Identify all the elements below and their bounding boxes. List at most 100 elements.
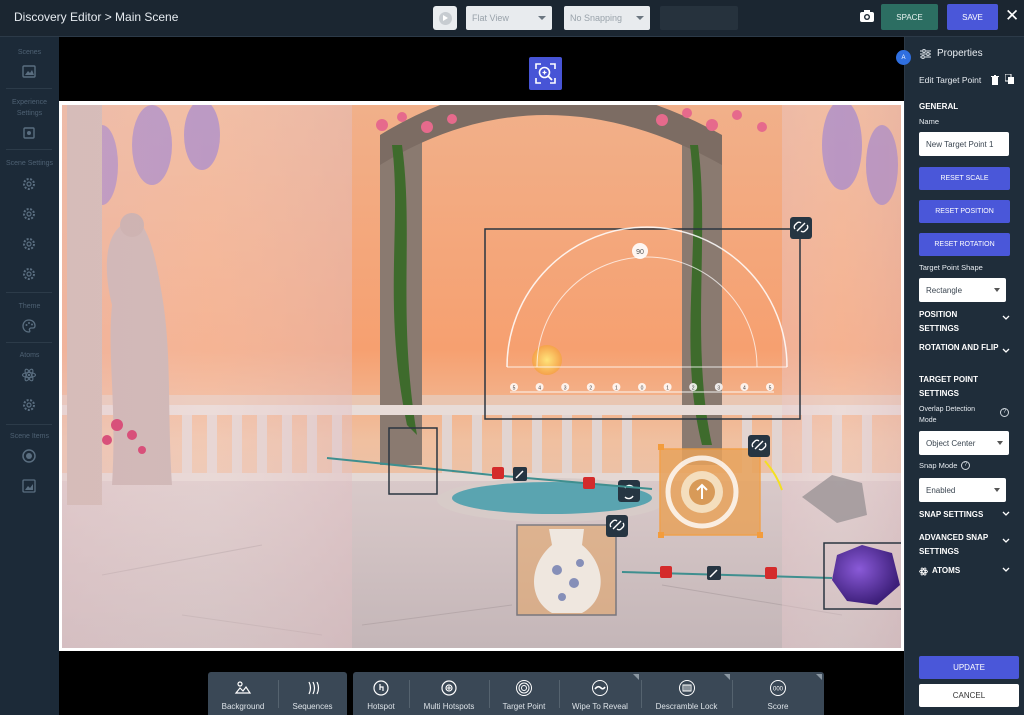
atom-icon[interactable] xyxy=(21,367,37,383)
preview-play-button[interactable] xyxy=(433,6,457,30)
sliders-icon xyxy=(920,49,931,59)
sidebar-divider xyxy=(6,424,52,425)
close-icon[interactable]: ✕ xyxy=(1005,7,1019,24)
corner-indicator xyxy=(724,674,730,680)
protractor-top-label: 90 xyxy=(636,249,644,256)
view-mode-select[interactable]: Flat View xyxy=(466,6,552,30)
overlap-detection-select[interactable]: Object Center xyxy=(919,431,1009,455)
ruler-tick-label: 2 xyxy=(692,386,695,392)
wipe-to-reveal-tool-label: Wipe To Reveal xyxy=(572,702,628,711)
panel-title: Properties xyxy=(937,48,983,59)
disabled-toolbar-button[interactable] xyxy=(660,6,738,30)
experience-settings-icon[interactable] xyxy=(21,125,37,141)
sidebar-label-scene-items: Scene Items xyxy=(10,433,49,440)
sidebar-label-settings: Settings xyxy=(16,110,43,117)
toolbar-group-items: Hotspot Multi Hotspots Target Point Wipe… xyxy=(353,672,824,715)
help-icon[interactable]: ? xyxy=(1000,408,1009,417)
descramble-lock-tool-label: Descramble Lock xyxy=(655,702,718,711)
ruler-tick-label: 4 xyxy=(538,386,541,392)
gear-icon[interactable] xyxy=(21,397,37,413)
sidebar-divider xyxy=(6,88,52,89)
gear-icon[interactable] xyxy=(21,206,37,222)
ruler-tick-label: 1 xyxy=(615,386,618,392)
scene-background[interactable]: 90 5 4 3 2 1 0 1 2 3 4 5 xyxy=(62,105,901,648)
trash-icon[interactable] xyxy=(991,75,999,85)
sidebar-label-scenes: Scenes xyxy=(17,49,42,56)
chevron-down-icon[interactable] xyxy=(1002,348,1010,354)
snapping-select[interactable]: No Snapping xyxy=(564,6,650,30)
name-input[interactable]: New Target Point 1 xyxy=(919,132,1009,156)
avatar[interactable]: A xyxy=(896,50,911,65)
wipe-to-reveal-tool[interactable]: Wipe To Reveal xyxy=(559,672,641,715)
rotation-flip-section[interactable]: ROTATION AND FLIP xyxy=(919,341,999,355)
palette-icon[interactable] xyxy=(21,318,37,334)
sidebar-label-scene-settings: Scene Settings xyxy=(5,160,54,167)
ruler-tick-label: 2 xyxy=(589,386,592,392)
chevron-down-icon[interactable] xyxy=(1002,511,1010,517)
image-icon[interactable] xyxy=(21,478,37,494)
gear-icon[interactable] xyxy=(21,266,37,282)
update-button[interactable]: UPDATE xyxy=(919,656,1019,679)
score-tool-label: Score xyxy=(767,702,789,711)
properties-panel: A Properties Edit Target Point GENERAL N… xyxy=(896,37,1024,715)
atoms-section[interactable]: ATOMS xyxy=(932,564,1012,578)
link-icon xyxy=(790,217,812,239)
link-icon xyxy=(606,515,628,537)
sidebar-divider xyxy=(6,292,52,293)
snap-mode-select[interactable]: Enabled xyxy=(919,478,1006,502)
corner-indicator xyxy=(633,674,639,680)
score-icon: 000 xyxy=(770,680,786,696)
cancel-button[interactable]: CANCEL xyxy=(919,684,1019,707)
target-point-tool[interactable]: Target Point xyxy=(489,672,559,715)
chevron-down-icon[interactable] xyxy=(1002,538,1010,544)
camera-icon[interactable] xyxy=(859,9,875,23)
scene-canvas[interactable]: 90 54321012345 Background Sequences Hots… xyxy=(59,37,904,715)
shape-value: Rectangle xyxy=(926,286,963,295)
shape-label: Target Point Shape xyxy=(919,263,983,272)
position-settings-section[interactable]: POSITION SETTINGS xyxy=(919,308,999,336)
target-icon xyxy=(516,680,532,696)
corner-indicator xyxy=(816,674,822,680)
copy-icon[interactable] xyxy=(1005,74,1015,85)
left-sidebar: Scenes Experience Settings Scene Setting… xyxy=(0,37,59,715)
sidebar-divider xyxy=(6,342,52,343)
target-icon[interactable] xyxy=(21,448,37,464)
save-button[interactable]: SAVE xyxy=(947,4,998,30)
hotspot-tool[interactable]: Hotspot xyxy=(353,672,409,715)
link-icon xyxy=(748,435,770,457)
chevron-down-icon xyxy=(636,16,644,20)
target-point-settings-section: TARGET POINT SETTINGS xyxy=(919,375,978,398)
sequences-tool[interactable]: Sequences xyxy=(278,672,347,715)
scenes-icon[interactable] xyxy=(21,64,37,80)
background-tool[interactable]: Background xyxy=(208,672,278,715)
advanced-snap-settings-section[interactable]: ADVANCED SNAP SETTINGS xyxy=(919,531,999,559)
breadcrumb: Discovery Editor > Main Scene xyxy=(14,10,179,24)
reset-scale-button[interactable]: RESET SCALE xyxy=(919,167,1010,190)
score-tool[interactable]: 000 Score xyxy=(732,672,824,715)
overlap-detection-value: Object Center xyxy=(926,439,976,448)
chevron-down-icon[interactable] xyxy=(1002,567,1010,573)
descramble-lock-tool[interactable]: Descramble Lock xyxy=(641,672,732,715)
sequences-icon xyxy=(307,681,319,695)
snap-settings-section[interactable]: SNAP SETTINGS xyxy=(919,508,999,522)
chevron-down-icon[interactable] xyxy=(1002,315,1010,321)
help-icon[interactable]: ? xyxy=(961,461,970,470)
reset-rotation-button[interactable]: RESET ROTATION xyxy=(919,233,1010,256)
chevron-down-icon xyxy=(538,16,546,20)
reset-position-button[interactable]: RESET POSITION xyxy=(919,200,1010,223)
multi-hotspots-icon xyxy=(441,680,457,696)
zoom-fit-button[interactable] xyxy=(529,57,562,90)
space-button[interactable]: SPACE xyxy=(881,4,938,30)
zoom-icon xyxy=(535,63,556,84)
ruler-tick-label: 0 xyxy=(641,386,644,392)
gear-icon[interactable] xyxy=(21,236,37,252)
gear-icon[interactable] xyxy=(21,176,37,192)
shape-select[interactable]: Rectangle xyxy=(919,278,1006,302)
edit-target-label: Edit Target Point xyxy=(919,75,982,85)
wipe-icon xyxy=(592,680,608,696)
sidebar-divider xyxy=(6,149,52,150)
atom-icon xyxy=(919,567,928,576)
multi-hotspots-tool[interactable]: Multi Hotspots xyxy=(409,672,489,715)
sidebar-label-experience: Experience xyxy=(11,99,48,106)
view-mode-value: Flat View xyxy=(472,13,509,23)
